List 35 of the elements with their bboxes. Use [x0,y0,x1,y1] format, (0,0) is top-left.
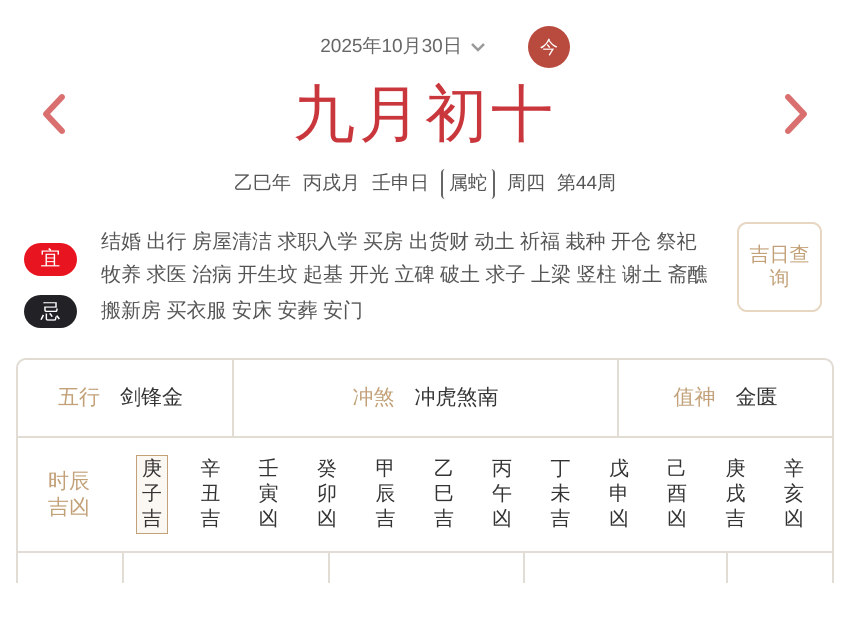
hour-item[interactable]: 丙午凶 [486,455,518,534]
date-picker[interactable]: 2025年10月30日 [320,32,486,62]
info-label: 值神 [674,385,716,412]
hour-item[interactable]: 庚子吉 [136,455,168,534]
hour-item[interactable]: 辛亥凶 [778,455,810,534]
hour-item[interactable]: 癸卯凶 [311,455,344,534]
hour-item[interactable]: 壬寅凶 [252,455,285,534]
chevron-left-icon[interactable] [40,93,68,135]
zodiac-label: 属蛇 [440,169,495,199]
avoid-badge: 忌 [24,295,77,328]
calendar-info: 丙戌月 [302,172,360,196]
hour-item[interactable]: 辛丑吉 [194,455,226,534]
info-value: 剑锋金 [120,385,183,412]
hour-item[interactable]: 甲辰吉 [369,455,402,534]
hour-item[interactable]: 戊申凶 [602,455,635,534]
today-button[interactable]: 今 [528,26,570,68]
hour-item[interactable]: 丁未吉 [544,455,577,534]
info-value: 冲虎煞南 [414,385,498,412]
hour-item[interactable]: 己酉凶 [661,455,694,534]
calendar-info: 周四 [506,172,545,196]
calendar-info: 壬申日 [372,172,429,196]
calendar-info: 乙巳年 [234,172,291,196]
suitable-list: 结婚 出行 房屋清洁 求职入学 买房 出货财 动土 祈福 栽种 开仓 祭祀 牧养 求医 治病 开生坟 起基 开光 立碑 破土 求子 上梁 竖柱 谢土 斋醮 [101,226,711,292]
hours-label: 时辰吉凶 [48,468,91,520]
calendar-info: 第44周 [556,172,616,196]
chevron-down-icon [470,42,486,52]
hour-item[interactable]: 庚戌吉 [720,455,752,534]
hour-item[interactable]: 乙巳吉 [428,455,460,534]
suitable-badge: 宜 [24,242,77,276]
lunar-date: 九月初十 [293,76,557,152]
info-label: 五行 [58,385,100,412]
info-label: 冲煞 [352,385,394,412]
avoid-list: 搬新房 买衣服 安床 安葬 安门 [101,295,364,328]
info-value: 金匮 [736,385,778,412]
chevron-right-icon[interactable] [782,93,810,135]
